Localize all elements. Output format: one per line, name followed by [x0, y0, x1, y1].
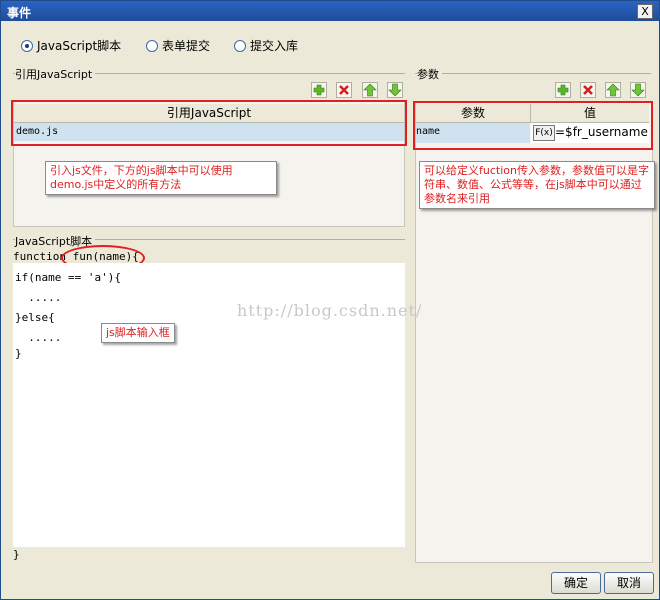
param-move-down-icon[interactable] [630, 82, 646, 98]
radio-form-submit[interactable]: 表单提交 [146, 37, 210, 54]
title-bar: 事件 X [1, 1, 659, 21]
close-icon: X [641, 5, 649, 18]
dialog-title: 事件 [7, 6, 32, 20]
radio-label: 表单提交 [162, 39, 211, 53]
radio-label: JavaScript脚本 [37, 39, 122, 53]
delete-icon[interactable] [336, 82, 352, 98]
close-button[interactable]: X [637, 4, 653, 19]
move-up-icon[interactable] [362, 82, 378, 98]
code-line: if(name == 'a'){ [15, 271, 121, 284]
radio-dot [234, 40, 246, 52]
code-line: }else{ [15, 311, 55, 324]
annotation-box-params [413, 101, 653, 150]
divider [415, 73, 651, 74]
code-closing-brace: } [13, 548, 20, 561]
code-line: } [15, 347, 22, 360]
add-param-icon[interactable] [555, 82, 571, 98]
annotation-box-js-ref [11, 100, 407, 146]
radio-dot-selected [21, 40, 33, 52]
annotation-note-params: 可以给定义fuction传入参数，参数值可以是字符串、数值、公式等等，在js脚本… [419, 161, 655, 209]
ok-button[interactable]: 确定 [551, 572, 601, 594]
cancel-button[interactable]: 取消 [604, 572, 654, 594]
code-line: ..... [15, 291, 62, 304]
add-icon[interactable] [311, 82, 327, 98]
annotation-note-js-ref: 引入js文件，下方的js脚本中可以使用demo.js中定义的所有方法 [45, 161, 277, 195]
radio-label: 提交入库 [250, 39, 299, 53]
delete-param-icon[interactable] [580, 82, 596, 98]
move-down-icon[interactable] [387, 82, 403, 98]
event-dialog: 事件 X JavaScript脚本 表单提交 提交入库 引用JavaScript… [0, 0, 660, 600]
params-group-label: 参数 [417, 66, 442, 82]
js-ref-group-label: 引用JavaScript [15, 66, 96, 82]
radio-submit-db[interactable]: 提交入库 [234, 37, 298, 54]
annotation-note-script: js脚本输入框 [101, 323, 175, 343]
param-move-up-icon[interactable] [605, 82, 621, 98]
radio-dot [146, 40, 158, 52]
watermark: http://blog.csdn.net/ [237, 301, 423, 320]
code-line: ..... [15, 331, 62, 344]
radio-javascript[interactable]: JavaScript脚本 [21, 37, 121, 54]
